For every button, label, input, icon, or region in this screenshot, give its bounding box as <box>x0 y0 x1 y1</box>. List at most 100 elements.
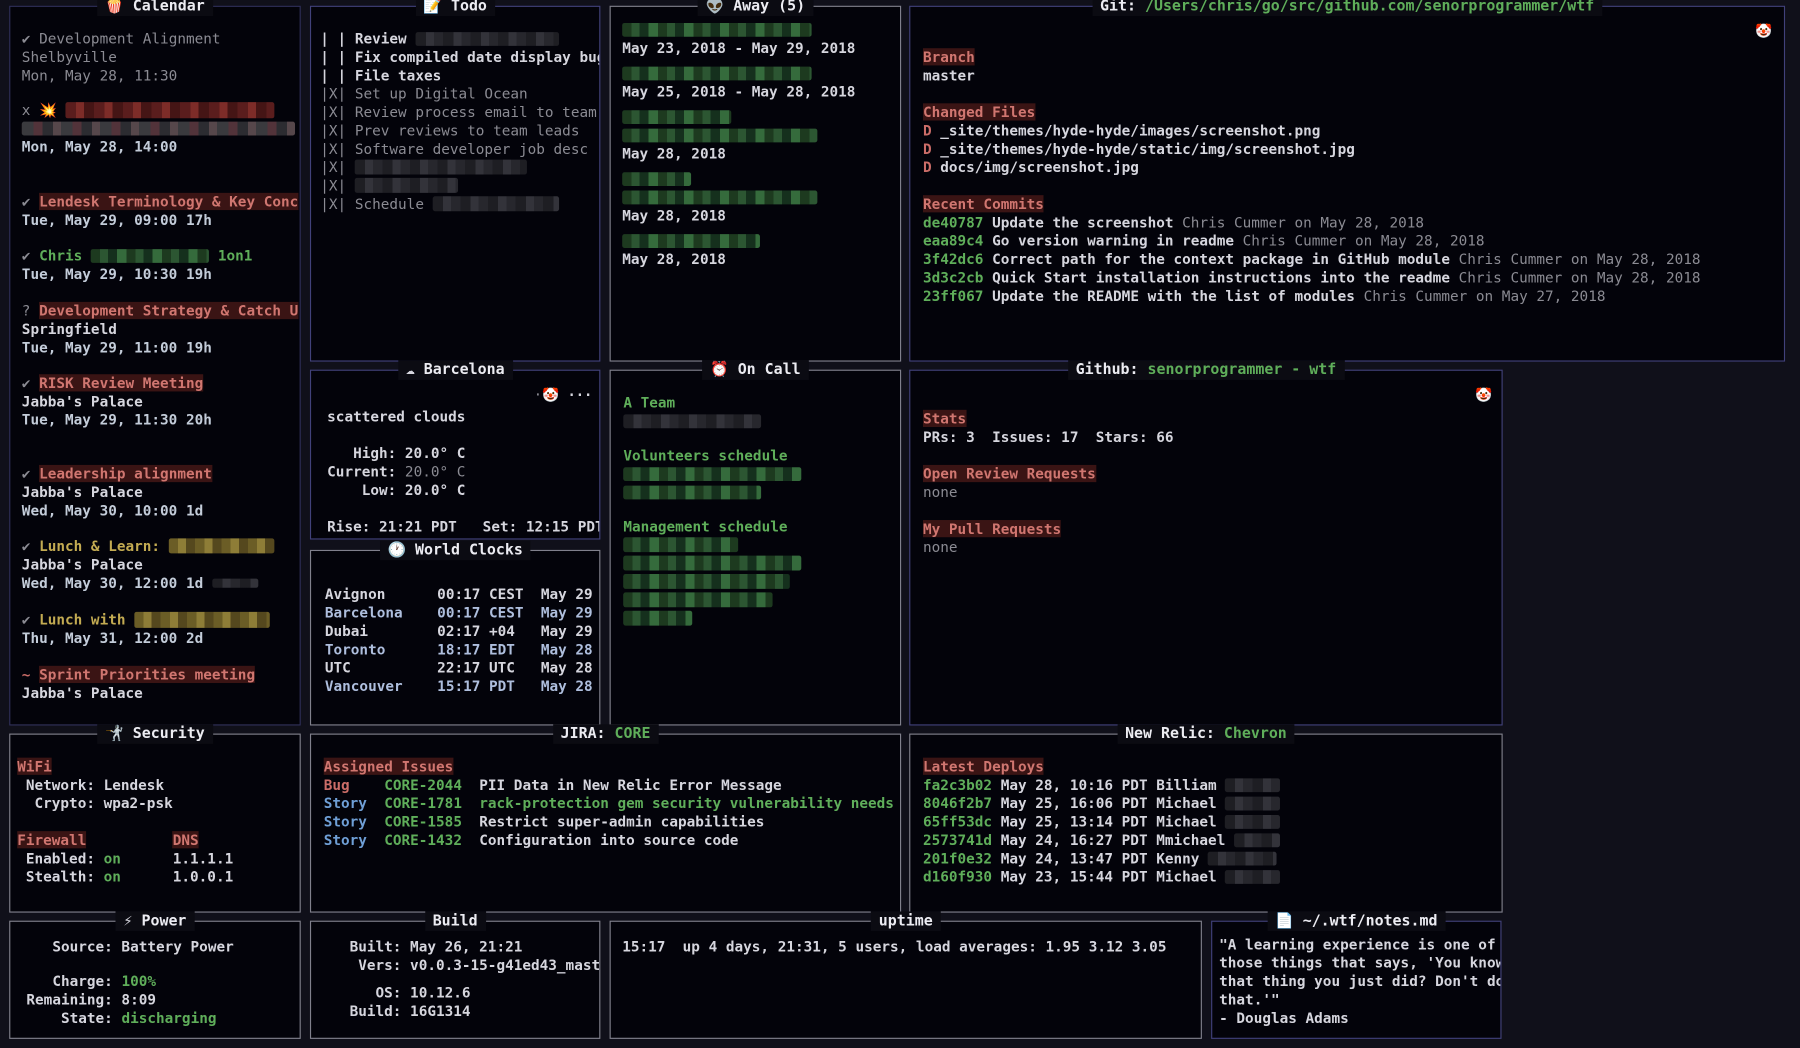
text-line: ✔ Leadership alignment <box>22 465 293 483</box>
text-line: Network: Lendesk <box>17 776 293 794</box>
panel-github[interactable]: Github: senorprogrammer - wtf 🤡 StatsPRs… <box>909 370 1502 726</box>
panel-security[interactable]: 🤺 Security WiFi Network: Lendesk Crypto:… <box>9 734 301 913</box>
text-line <box>623 573 893 591</box>
text: Mon, May 28, 14:00 <box>22 138 178 155</box>
text: Barcelona <box>415 362 505 379</box>
text-line: ✔ Lunch with <box>22 611 293 629</box>
text: scattered clouds <box>327 408 465 425</box>
panel-title-notes: 📄 ~/.wtf/notes.md <box>1267 911 1445 931</box>
text-line: Volunteers schedule <box>623 447 893 465</box>
text: Tue, May 29, 10:30 19h <box>22 265 212 282</box>
panel-world-clocks[interactable]: 🕐 World Clocks Avignon 00:17 CEST May 29… <box>310 550 600 726</box>
text: Charge: <box>26 972 121 989</box>
text: Build: 16G1314 <box>341 1002 471 1019</box>
text: rack-protection gem security vulnerabili… <box>479 794 894 811</box>
text-line: Current: 20.0° C <box>327 463 592 481</box>
text-line: | | Review <box>320 30 592 48</box>
text: Springfield <box>22 320 117 337</box>
redacted-text <box>355 160 527 175</box>
redacted-text <box>622 66 811 80</box>
text-line: those things that says, 'You know <box>1219 954 1496 972</box>
text: May 23, 2018 - May 29, 2018 <box>622 39 855 56</box>
text: May 28, 2018 <box>622 145 726 162</box>
text-line: ✔ Chris 1on1 <box>22 247 293 265</box>
text-line <box>22 119 293 137</box>
panel-build[interactable]: Build Built: May 26, 21:21 Vers: v0.0.3-… <box>310 921 600 1039</box>
text: ~/.wtf/notes.md <box>1294 913 1438 930</box>
redacted-text <box>622 22 811 36</box>
text: 8046f2b7 <box>923 794 1001 811</box>
text-line: 3d3c2cb Quick Start installation instruc… <box>923 269 1775 287</box>
text: 1.0.0.1 <box>121 868 233 885</box>
text: master <box>923 67 975 84</box>
text-line: 23ff067 Update the README with the list … <box>923 287 1775 305</box>
panel-weather-barcelona[interactable]: ☁ Barcelona ·🤡 ··· scattered clouds High… <box>310 370 600 540</box>
text: Barcelona 00:17 CEST May 29 <box>325 604 593 621</box>
panel-todo[interactable]: 📝 Todo | | Review | | Fix compiled date … <box>310 6 600 362</box>
text-line: Latest Deploys <box>923 758 1495 776</box>
text-line: Source: Battery Power <box>26 938 292 956</box>
text: Latest Deploys <box>923 758 1044 775</box>
spacer <box>22 284 293 302</box>
text-line: d160f930 May 23, 15:44 PDT Michael <box>923 868 1495 886</box>
text: Stats <box>923 410 966 427</box>
text: PRs: 3 Issues: 17 Stars: 66 <box>923 428 1174 445</box>
text: d160f930 <box>923 868 1001 885</box>
text-line: 15:17 up 4 days, 21:31, 5 users, load av… <box>622 938 1194 956</box>
text: Tue, May 29, 11:30 20h <box>22 411 212 428</box>
text: that.'" <box>1219 991 1279 1008</box>
text-line: 65ff53dc May 25, 13:14 PDT Michael <box>923 813 1495 831</box>
panel-uptime[interactable]: uptime 15:17 up 4 days, 21:31, 5 users, … <box>610 921 1202 1039</box>
text: Thu, May 31, 12:00 2d <box>22 629 203 646</box>
text-line: eaa89c4 Go version warning in readme Chr… <box>923 232 1775 250</box>
redacted-text <box>622 190 817 204</box>
panel-git[interactable]: Git: /Users/chris/go/src/github.com/seno… <box>909 6 1785 362</box>
text-line <box>623 610 893 628</box>
panel-title-power: ⚡ Power <box>115 911 194 931</box>
text-line: Shelbyville <box>22 48 293 66</box>
panel-power[interactable]: ⚡ Power Source: Battery Power Charge: 10… <box>9 921 301 1039</box>
text: A Team <box>623 394 675 411</box>
text-line <box>623 412 893 430</box>
panel-on-call[interactable]: ⏰ On Call A TeamVolunteers scheduleManag… <box>610 370 902 726</box>
text: My Pull Requests <box>923 520 1061 537</box>
text-line: Crypto: wpa2-psk <box>17 794 293 812</box>
panel-away[interactable]: 👽 Away (5) May 23, 2018 - May 29, 2018Ma… <box>610 6 902 362</box>
text: Management schedule <box>623 518 787 535</box>
text-line: D docs/img/screenshot.jpg <box>923 158 1775 176</box>
text: those things that says, 'You know <box>1219 954 1500 971</box>
text: CORE-2044 <box>384 776 462 793</box>
away-body: May 23, 2018 - May 29, 2018May 25, 2018 … <box>611 7 900 361</box>
text: Vers: v0.0.3-15-g41ed43_maste <box>341 956 599 973</box>
redacted-text <box>623 611 692 626</box>
redacted-text <box>622 110 731 124</box>
panel-jira[interactable]: JIRA: CORE Assigned IssuesBug CORE-2044 … <box>310 734 901 913</box>
text: Story <box>324 831 384 848</box>
text: State: <box>26 1009 121 1026</box>
spacer <box>22 357 293 374</box>
text-line: Build: 16G1314 <box>341 1002 592 1020</box>
text: Open Review Requests <box>923 465 1096 482</box>
text-line: Charge: 100% <box>26 972 292 990</box>
text-line: 8046f2b7 May 25, 16:06 PDT Michael <box>923 794 1495 812</box>
panel-calendar[interactable]: 🍿 Calendar ✔ Development AlignmentShelby… <box>9 6 301 726</box>
spacer <box>622 225 893 232</box>
text-line: ✔ Lunch & Learn: <box>22 537 293 555</box>
text: CORE-1781 <box>384 794 462 811</box>
text-line: Dubai 02:17 +04 May 29 <box>325 622 592 640</box>
panel-title-github: Github: senorprogrammer - wtf <box>1068 360 1345 380</box>
text: Stealth: <box>17 868 103 885</box>
text: | | <box>320 30 355 47</box>
text-line: |X| Set up Digital Ocean <box>320 85 592 103</box>
panel-new-relic[interactable]: New Relic: Chevron Latest Deploysfa2c3b0… <box>909 734 1502 913</box>
text-line <box>622 232 893 250</box>
panel-notes[interactable]: 📄 ~/.wtf/notes.md "A learning experience… <box>1211 921 1501 1039</box>
text-line: Remaining: 8:09 <box>26 991 292 1009</box>
text: CORE-1585 <box>384 813 462 830</box>
text: Schedule <box>355 195 433 212</box>
text: |X| <box>320 103 355 120</box>
text: Source: Battery Power <box>26 938 233 955</box>
spacer <box>923 85 1775 103</box>
text: Git: <box>1100 0 1145 15</box>
text-line: "A learning experience is one of <box>1219 936 1496 954</box>
